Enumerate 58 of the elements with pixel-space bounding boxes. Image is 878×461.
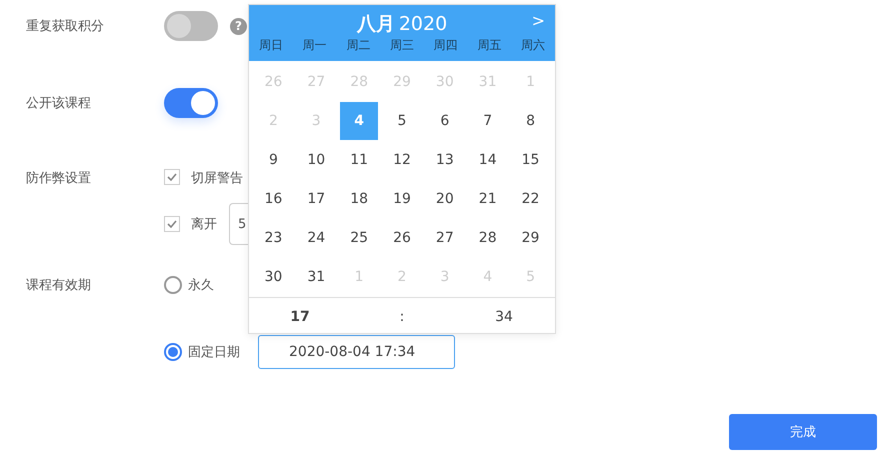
field-label: 重复获取积分 xyxy=(26,18,105,35)
calendar-day[interactable]: 13 xyxy=(426,141,464,179)
calendar-day[interactable]: 17 xyxy=(297,180,336,218)
check-icon xyxy=(167,173,177,181)
field-label: 防作弊设置 xyxy=(26,170,92,187)
input-field[interactable]: 5 xyxy=(229,203,248,245)
field-label: 公开该课程 xyxy=(26,95,92,112)
calendar-day[interactable]: 7 xyxy=(468,102,507,140)
calendar-day[interactable]: 5 xyxy=(382,102,421,140)
radio-label: 固定日期 xyxy=(188,344,240,361)
weekday-label: 周日 xyxy=(258,37,284,54)
calendar-day[interactable]: 10 xyxy=(297,141,336,179)
radio-button[interactable] xyxy=(164,343,182,361)
weekday-label: 周五 xyxy=(476,37,502,54)
toggle-switch[interactable] xyxy=(164,11,218,41)
weekday-label: 周六 xyxy=(520,37,546,54)
checkbox-label: 切屏警告 xyxy=(191,170,243,187)
date-input[interactable]: 2020-08-04 17:34 xyxy=(258,335,455,369)
calendar-day[interactable]: 31 xyxy=(297,258,336,296)
check-icon xyxy=(167,220,177,228)
toggle-switch[interactable] xyxy=(164,88,218,118)
calendar-day[interactable]: 9 xyxy=(254,141,292,179)
calendar-day[interactable]: 23 xyxy=(254,219,292,257)
minute-value[interactable]: 34 xyxy=(453,308,555,324)
weekday-label: 周一 xyxy=(302,37,328,54)
calendar-day[interactable]: 22 xyxy=(512,180,550,218)
month-label: 八月 xyxy=(356,12,395,37)
calendar-day[interactable]: 21 xyxy=(468,180,507,218)
calendar-day[interactable]: 14 xyxy=(468,141,507,179)
radio-label: 永久 xyxy=(188,277,214,294)
checkbox[interactable] xyxy=(164,169,180,185)
year-label: 2020 xyxy=(398,13,448,35)
calendar-day[interactable]: 26 xyxy=(382,219,421,257)
calendar-day[interactable]: 25 xyxy=(340,219,378,257)
calendar-day[interactable]: 11 xyxy=(340,141,378,179)
field-label: 课程有效期 xyxy=(26,277,92,294)
calendar-day[interactable]: 12 xyxy=(382,141,421,179)
calendar-day[interactable]: 30 xyxy=(254,258,292,296)
weekday-label: 周三 xyxy=(388,37,415,54)
calendar-day[interactable]: 16 xyxy=(254,180,292,218)
hour-value[interactable]: 17 xyxy=(249,308,351,324)
calendar-day[interactable]: 15 xyxy=(512,141,550,179)
checkbox[interactable] xyxy=(164,216,180,232)
weekday-label: 周二 xyxy=(345,37,372,54)
calendar-day[interactable]: 18 xyxy=(340,180,378,218)
radio-button[interactable] xyxy=(164,276,182,294)
calendar-day[interactable]: 27 xyxy=(426,219,464,257)
time-separator: : xyxy=(398,308,406,324)
weekday-label: 周四 xyxy=(432,37,459,54)
calendar-day[interactable]: 28 xyxy=(468,219,507,257)
calendar-day[interactable]: 6 xyxy=(426,102,464,140)
calendar-day[interactable]: 8 xyxy=(512,102,550,140)
calendar-day[interactable]: 19 xyxy=(382,180,421,218)
checkbox-label: 离开 xyxy=(191,216,217,233)
done-button[interactable]: 完成 xyxy=(729,414,877,450)
calendar-day[interactable]: 24 xyxy=(297,219,336,257)
calendar-day[interactable]: 29 xyxy=(512,219,550,257)
calendar-day[interactable]: 20 xyxy=(426,180,464,218)
